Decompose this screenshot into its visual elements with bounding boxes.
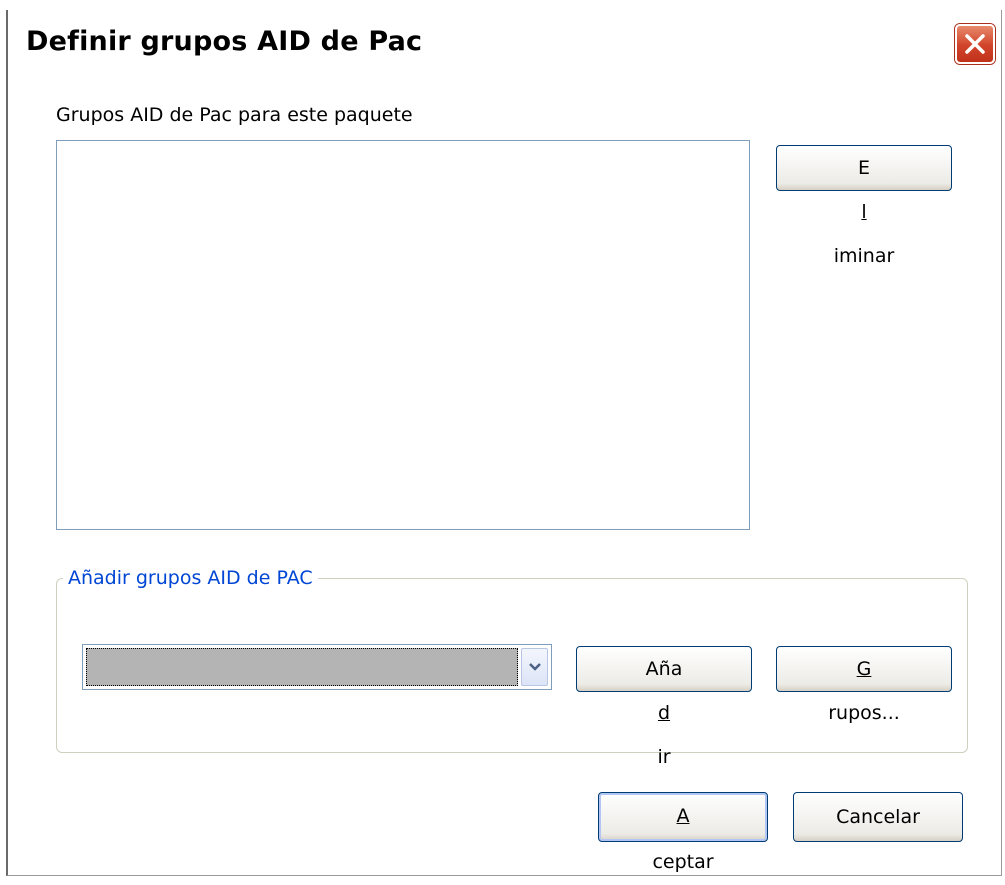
aceptar-button[interactable]: Aceptar [598, 792, 768, 873]
anadir-label: Aña d ir [645, 658, 683, 768]
group-select-value[interactable] [86, 648, 518, 686]
groups-list-label: Grupos AID de Pac para este paquete [56, 104, 413, 126]
chevron-down-icon [529, 663, 541, 671]
cancelar-button[interactable]: Cancelar [793, 792, 963, 842]
group-select-combobox[interactable] [82, 644, 552, 690]
close-button[interactable] [955, 24, 995, 64]
window-title: Definir grupos AID de Pac [26, 26, 423, 57]
grupos-label: Grupos... [828, 658, 900, 724]
dropdown-button[interactable] [521, 648, 548, 686]
cancelar-label: Cancelar [836, 806, 920, 828]
eliminar-label: El iminar [833, 157, 895, 267]
anadir-button[interactable]: Aña d ir [576, 646, 752, 768]
add-groups-legend: Añadir grupos AID de PAC [63, 567, 318, 589]
groups-listbox[interactable] [56, 140, 750, 530]
close-icon [965, 34, 985, 54]
title-bar[interactable]: Definir grupos AID de Pac [8, 10, 1001, 74]
eliminar-button[interactable]: El iminar [776, 145, 952, 267]
grupos-button[interactable]: Grupos... [776, 646, 952, 724]
aceptar-label: Aceptar [652, 805, 714, 873]
